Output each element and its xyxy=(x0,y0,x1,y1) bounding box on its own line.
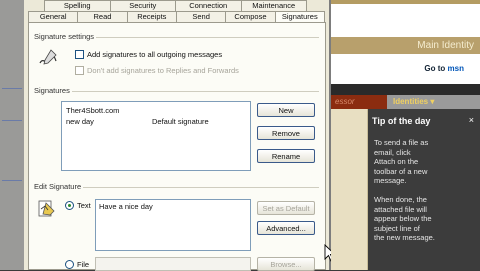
options-dialog: Spelling Security Connection Maintenance… xyxy=(24,0,336,271)
strip-divider xyxy=(2,180,22,181)
tip-of-the-day-pane: Tip of the day × To send a file as email… xyxy=(368,109,480,270)
tab-general[interactable]: General xyxy=(28,11,79,22)
tab-row-back: Spelling Security Connection Maintenance xyxy=(44,0,307,11)
signature-text-area[interactable]: Have a nice day xyxy=(95,199,251,251)
tab-security[interactable]: Security xyxy=(109,0,176,11)
close-icon[interactable]: × xyxy=(469,115,474,125)
signature-settings-label: Signature settings xyxy=(32,32,97,41)
signatures-panel: Signature settings Add signatures to all… xyxy=(28,22,326,271)
goto-msn-link[interactable]: Go to msn xyxy=(424,64,464,73)
header-left-text: essor xyxy=(335,97,355,106)
brand-band xyxy=(331,0,480,38)
add-signatures-checkbox[interactable] xyxy=(75,50,84,59)
background-window-strip xyxy=(0,0,25,270)
identities-header: essor Identities ▾ xyxy=(331,95,480,109)
tab-send[interactable]: Send xyxy=(175,11,227,22)
file-radio-label: File xyxy=(77,260,90,269)
signature-item-default: Default signature xyxy=(152,117,209,126)
tab-receipts[interactable]: Receipts xyxy=(126,11,177,22)
signature-card-icon xyxy=(38,200,55,217)
identities-dropdown[interactable]: Identities ▾ xyxy=(387,95,480,109)
file-radio[interactable] xyxy=(65,260,74,269)
identity-title: Main Identity xyxy=(331,37,480,54)
group-divider xyxy=(33,91,319,92)
signature-text-value: Have a nice day xyxy=(99,202,153,211)
tab-spelling[interactable]: Spelling xyxy=(44,0,111,11)
new-button[interactable]: New xyxy=(257,103,315,117)
strip-divider xyxy=(2,88,22,89)
tab-connection[interactable]: Connection xyxy=(175,0,242,11)
strip-divider xyxy=(2,120,22,121)
outlook-express-window: Main Identity Go to msn essor Identities… xyxy=(331,0,480,270)
no-replies-checkbox[interactable] xyxy=(75,66,84,75)
goto-msn-bar: Go to msn xyxy=(331,54,480,84)
text-radio-label: Text xyxy=(77,201,91,210)
tab-read[interactable]: Read xyxy=(77,11,128,22)
goto-prefix: Go to xyxy=(424,64,446,73)
browse-button[interactable]: Browse... xyxy=(257,257,315,271)
text-radio[interactable] xyxy=(65,201,74,210)
rename-button[interactable]: Rename xyxy=(257,149,315,163)
tip-body: To send a file as email, click Attach on… xyxy=(374,138,435,242)
signature-item-name[interactable]: Ther4Sbott.com xyxy=(66,106,119,115)
pen-signature-icon xyxy=(39,49,57,65)
msn-logo: msn xyxy=(447,64,464,73)
remove-button[interactable]: Remove xyxy=(257,126,315,140)
tab-row-front: General Read Receipts Send Compose Signa… xyxy=(28,11,325,22)
no-replies-label: Don't add signatures to Replies and Forw… xyxy=(87,66,239,75)
nav-strip xyxy=(331,84,480,95)
file-path-field[interactable] xyxy=(95,257,251,271)
tab-signatures[interactable]: Signatures xyxy=(274,11,325,22)
content-left-column xyxy=(331,109,368,270)
edit-signature-label: Edit Signature xyxy=(32,182,84,191)
add-signatures-label: Add signatures to all outgoing messages xyxy=(87,50,223,59)
tab-maintenance[interactable]: Maintenance xyxy=(240,0,307,11)
signatures-label: Signatures xyxy=(32,86,72,95)
signatures-list[interactable]: Ther4Sbott.com new day Default signature xyxy=(61,101,251,171)
tab-compose[interactable]: Compose xyxy=(225,11,276,22)
advanced-button[interactable]: Advanced... xyxy=(257,221,315,235)
set-default-button[interactable]: Set as Default xyxy=(257,201,315,215)
signature-item-name[interactable]: new day xyxy=(66,117,94,126)
tip-title: Tip of the day xyxy=(372,116,431,126)
